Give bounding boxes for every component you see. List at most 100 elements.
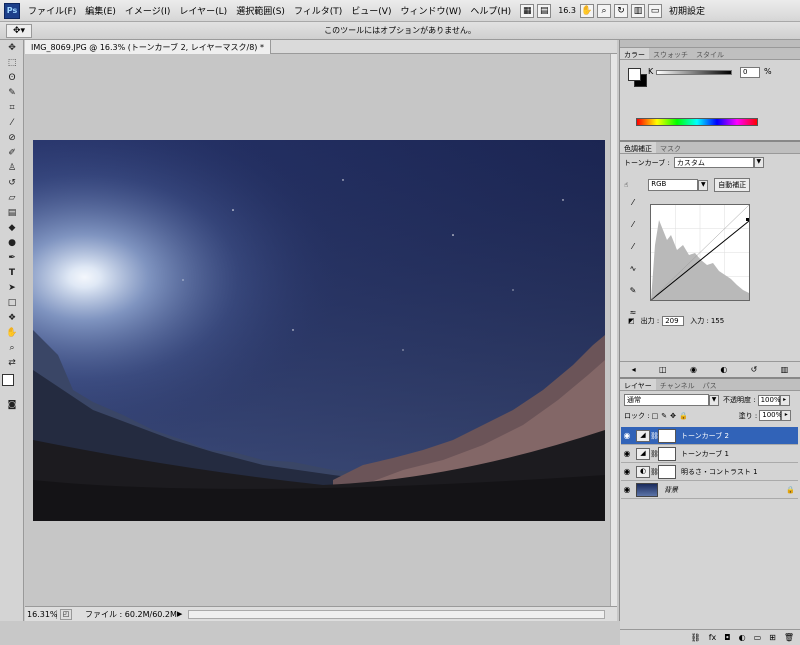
- rotate-view-icon[interactable]: ↻: [614, 3, 629, 18]
- new-adjustment-icon[interactable]: ◐: [739, 633, 746, 642]
- eye-icon[interactable]: ◉: [621, 449, 633, 458]
- move-tool-icon[interactable]: ✥: [3, 41, 21, 55]
- layer-mask-thumbnail[interactable]: [658, 428, 676, 443]
- tab-layers[interactable]: レイヤー: [620, 379, 656, 390]
- tab-channels[interactable]: チャンネル: [656, 379, 699, 390]
- auto-button[interactable]: 自動補正: [714, 178, 751, 192]
- black-point-eyedropper-icon[interactable]: ⁄: [626, 198, 640, 212]
- zoom-tool-icon[interactable]: ⌕: [597, 3, 612, 18]
- color-swatches[interactable]: [2, 374, 22, 394]
- layer-mask-thumbnail[interactable]: [658, 464, 676, 479]
- eyedropper-tool-icon[interactable]: ⁄: [3, 116, 21, 130]
- menu-select[interactable]: 選択範囲(S): [236, 4, 285, 17]
- delete-layer-icon[interactable]: 🗑: [784, 633, 794, 642]
- target-adjust-icon[interactable]: ☝: [624, 181, 628, 189]
- healing-brush-tool-icon[interactable]: ⊘: [3, 131, 21, 145]
- opacity-field[interactable]: 100%: [757, 394, 781, 406]
- eye-icon[interactable]: ◉: [621, 467, 633, 476]
- hand-tool-icon[interactable]: ✋: [580, 3, 595, 18]
- history-brush-tool-icon[interactable]: ↺: [3, 176, 21, 190]
- menu-filter[interactable]: フィルタ(T): [294, 4, 342, 17]
- layer-name[interactable]: トーンカーブ 2: [681, 431, 798, 441]
- 3d-tool-icon[interactable]: ❖: [3, 311, 21, 325]
- eye-icon[interactable]: ◉: [621, 431, 633, 440]
- k-slider[interactable]: [656, 70, 732, 75]
- layer-name[interactable]: トーンカーブ 1: [681, 449, 798, 459]
- dodge-tool-icon[interactable]: ●: [3, 236, 21, 250]
- new-layer-icon[interactable]: ⊞: [769, 633, 776, 642]
- gradient-tool-icon[interactable]: ▤: [3, 206, 21, 220]
- path-select-tool-icon[interactable]: ➤: [3, 281, 21, 295]
- chevron-down-icon[interactable]: ▼: [698, 179, 709, 191]
- tab-paths[interactable]: パス: [699, 379, 721, 390]
- screen-mode-icon[interactable]: ▭: [648, 3, 663, 18]
- curves-graph[interactable]: [650, 204, 750, 301]
- eye-icon[interactable]: ◉: [621, 485, 633, 494]
- opacity-arrow-icon[interactable]: ▸: [779, 394, 790, 406]
- k-value-field[interactable]: 0: [740, 67, 760, 78]
- lasso-tool-icon[interactable]: ʘ: [3, 71, 21, 85]
- tab-swatches[interactable]: スウォッチ: [649, 48, 692, 59]
- layer-row[interactable]: ◉ 背景 🔒: [621, 481, 798, 499]
- visibility-icon[interactable]: ◉: [690, 365, 697, 374]
- canvas-area[interactable]: [25, 54, 610, 606]
- output-field[interactable]: 209: [662, 316, 685, 326]
- pen-tool-icon[interactable]: ✒: [3, 251, 21, 265]
- new-group-icon[interactable]: ▭: [754, 633, 762, 642]
- photo-canvas[interactable]: [33, 140, 605, 521]
- extras-icon[interactable]: ▤: [537, 3, 552, 18]
- zoom-level[interactable]: 16.3: [558, 6, 576, 15]
- blur-tool-icon[interactable]: ◆: [3, 221, 21, 235]
- menu-edit[interactable]: 編集(E): [85, 4, 116, 17]
- channel-select[interactable]: RGB: [648, 179, 699, 191]
- fill-arrow-icon[interactable]: ▸: [781, 410, 792, 421]
- menu-view[interactable]: ビュー(V): [351, 4, 391, 17]
- link-icon[interactable]: ⛓: [650, 468, 659, 476]
- lock-icons[interactable]: □✎✥🔒: [652, 412, 691, 420]
- tab-adjustments[interactable]: 色調補正: [620, 142, 656, 153]
- clone-stamp-tool-icon[interactable]: ♙: [3, 161, 21, 175]
- foreground-swatch[interactable]: [628, 68, 641, 81]
- fill-field[interactable]: 100%: [759, 410, 782, 421]
- layer-row[interactable]: ◉ ◐ ⛓ 明るさ・コントラスト 1: [621, 463, 798, 481]
- eraser-tool-icon[interactable]: ▱: [3, 191, 21, 205]
- layer-mask-thumbnail[interactable]: [658, 446, 676, 461]
- link-layers-icon[interactable]: ⛓: [691, 633, 701, 642]
- crop-tool-icon[interactable]: ⌗: [3, 101, 21, 115]
- input-value[interactable]: 155: [711, 317, 724, 325]
- shape-tool-icon[interactable]: □: [3, 296, 21, 310]
- swap-colors-icon[interactable]: ⇄: [3, 356, 21, 370]
- curve-points-icon[interactable]: ∿: [626, 264, 640, 278]
- tab-masks[interactable]: マスク: [656, 142, 685, 153]
- preset-select[interactable]: カスタム: [673, 157, 754, 168]
- zoom-tool-icon[interactable]: ⌕: [3, 341, 21, 355]
- arrange-docs-icon[interactable]: ▥: [631, 3, 646, 18]
- clip-icon[interactable]: ◫: [659, 365, 667, 374]
- chevron-down-icon[interactable]: ▼: [753, 157, 764, 168]
- curve-adjust-icon[interactable]: ◩: [628, 317, 635, 325]
- white-point-eyedropper-icon[interactable]: ⁄: [626, 242, 640, 256]
- status-info-icon[interactable]: ◰: [60, 608, 72, 620]
- layer-row[interactable]: ◉ ◢ ⛓ トーンカーブ 2: [621, 427, 798, 445]
- status-menu-arrow-icon[interactable]: ▶: [177, 610, 182, 618]
- foreground-color[interactable]: [2, 374, 14, 386]
- quick-select-tool-icon[interactable]: ✎: [3, 86, 21, 100]
- previous-state-icon[interactable]: ◐: [720, 365, 727, 374]
- layer-name[interactable]: 背景: [664, 485, 786, 495]
- pencil-icon[interactable]: ✎: [626, 286, 640, 300]
- chevron-down-icon[interactable]: ▼: [709, 394, 719, 406]
- type-tool-icon[interactable]: T: [3, 266, 21, 280]
- tab-color[interactable]: カラー: [620, 48, 649, 59]
- add-mask-icon[interactable]: ◘: [724, 633, 730, 642]
- bridge-icon[interactable]: ▦: [520, 3, 535, 18]
- layer-name[interactable]: 明るさ・コントラスト 1: [681, 467, 798, 477]
- vertical-scrollbar[interactable]: [610, 54, 617, 606]
- brush-tool-icon[interactable]: ✐: [3, 146, 21, 160]
- layer-row[interactable]: ◉ ◢ ⛓ トーンカーブ 1: [621, 445, 798, 463]
- menu-window[interactable]: ウィンドウ(W): [400, 4, 461, 17]
- menu-image[interactable]: イメージ(I): [125, 4, 171, 17]
- delete-icon[interactable]: ▥: [781, 365, 789, 374]
- panel-collapse-bar[interactable]: [620, 40, 800, 48]
- layer-style-icon[interactable]: fx: [709, 633, 717, 642]
- document-tab[interactable]: IMG_8069.JPG @ 16.3% (トーンカーブ 2, レイヤーマスク/…: [25, 40, 271, 54]
